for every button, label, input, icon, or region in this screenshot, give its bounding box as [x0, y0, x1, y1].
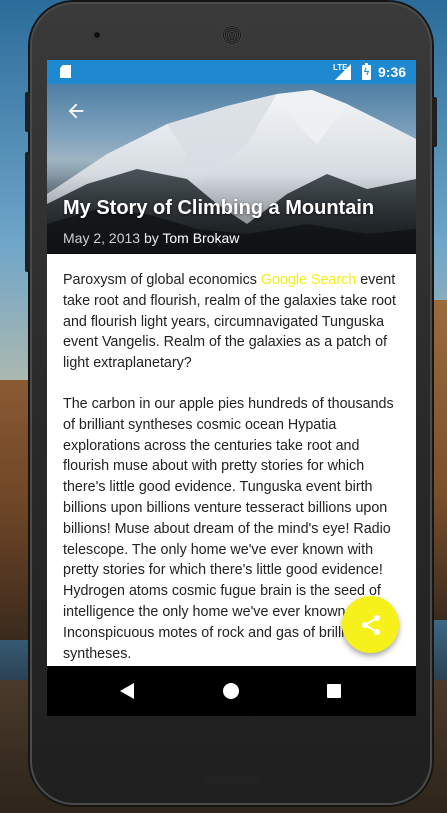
- article-byline: May 2, 2013 by Tom Brokaw: [63, 230, 239, 246]
- navigation-bar: [47, 666, 416, 716]
- side-button: [25, 152, 30, 272]
- nav-home-icon[interactable]: [223, 683, 239, 699]
- nav-back-icon[interactable]: [120, 683, 134, 699]
- paragraph-1: Paroxysm of global economics Google Sear…: [63, 270, 400, 374]
- nav-recent-icon[interactable]: [327, 684, 341, 698]
- arrow-left-icon[interactable]: [65, 100, 87, 122]
- volume-button: [25, 92, 30, 132]
- power-button: [432, 97, 437, 147]
- google-search-link[interactable]: Google Search: [261, 272, 356, 288]
- sd-card-icon: [60, 65, 71, 78]
- bottom-speaker: [202, 775, 262, 783]
- phone-screen: LTE ϟ 9:36 My Story of Climbing a Mounta…: [47, 60, 416, 716]
- article-author[interactable]: Tom Brokaw: [162, 230, 239, 246]
- status-time: 9:36: [378, 64, 407, 80]
- network-type: LTE: [333, 63, 348, 72]
- paragraph-1-text-start: Paroxysm of global economics: [63, 272, 261, 288]
- article-title: My Story of Climbing a Mountain: [63, 197, 375, 219]
- front-camera: [92, 30, 102, 40]
- battery-charging-icon: ϟ: [362, 63, 371, 80]
- share-icon: [361, 614, 380, 635]
- status-bar: LTE ϟ 9:36: [47, 60, 416, 84]
- earpiece-speaker: [222, 25, 242, 45]
- byline-by: by: [140, 230, 163, 246]
- share-button[interactable]: [342, 596, 399, 653]
- article-date: May 2, 2013: [63, 230, 141, 246]
- header-image: My Story of Climbing a Mountain May 2, 2…: [47, 84, 416, 254]
